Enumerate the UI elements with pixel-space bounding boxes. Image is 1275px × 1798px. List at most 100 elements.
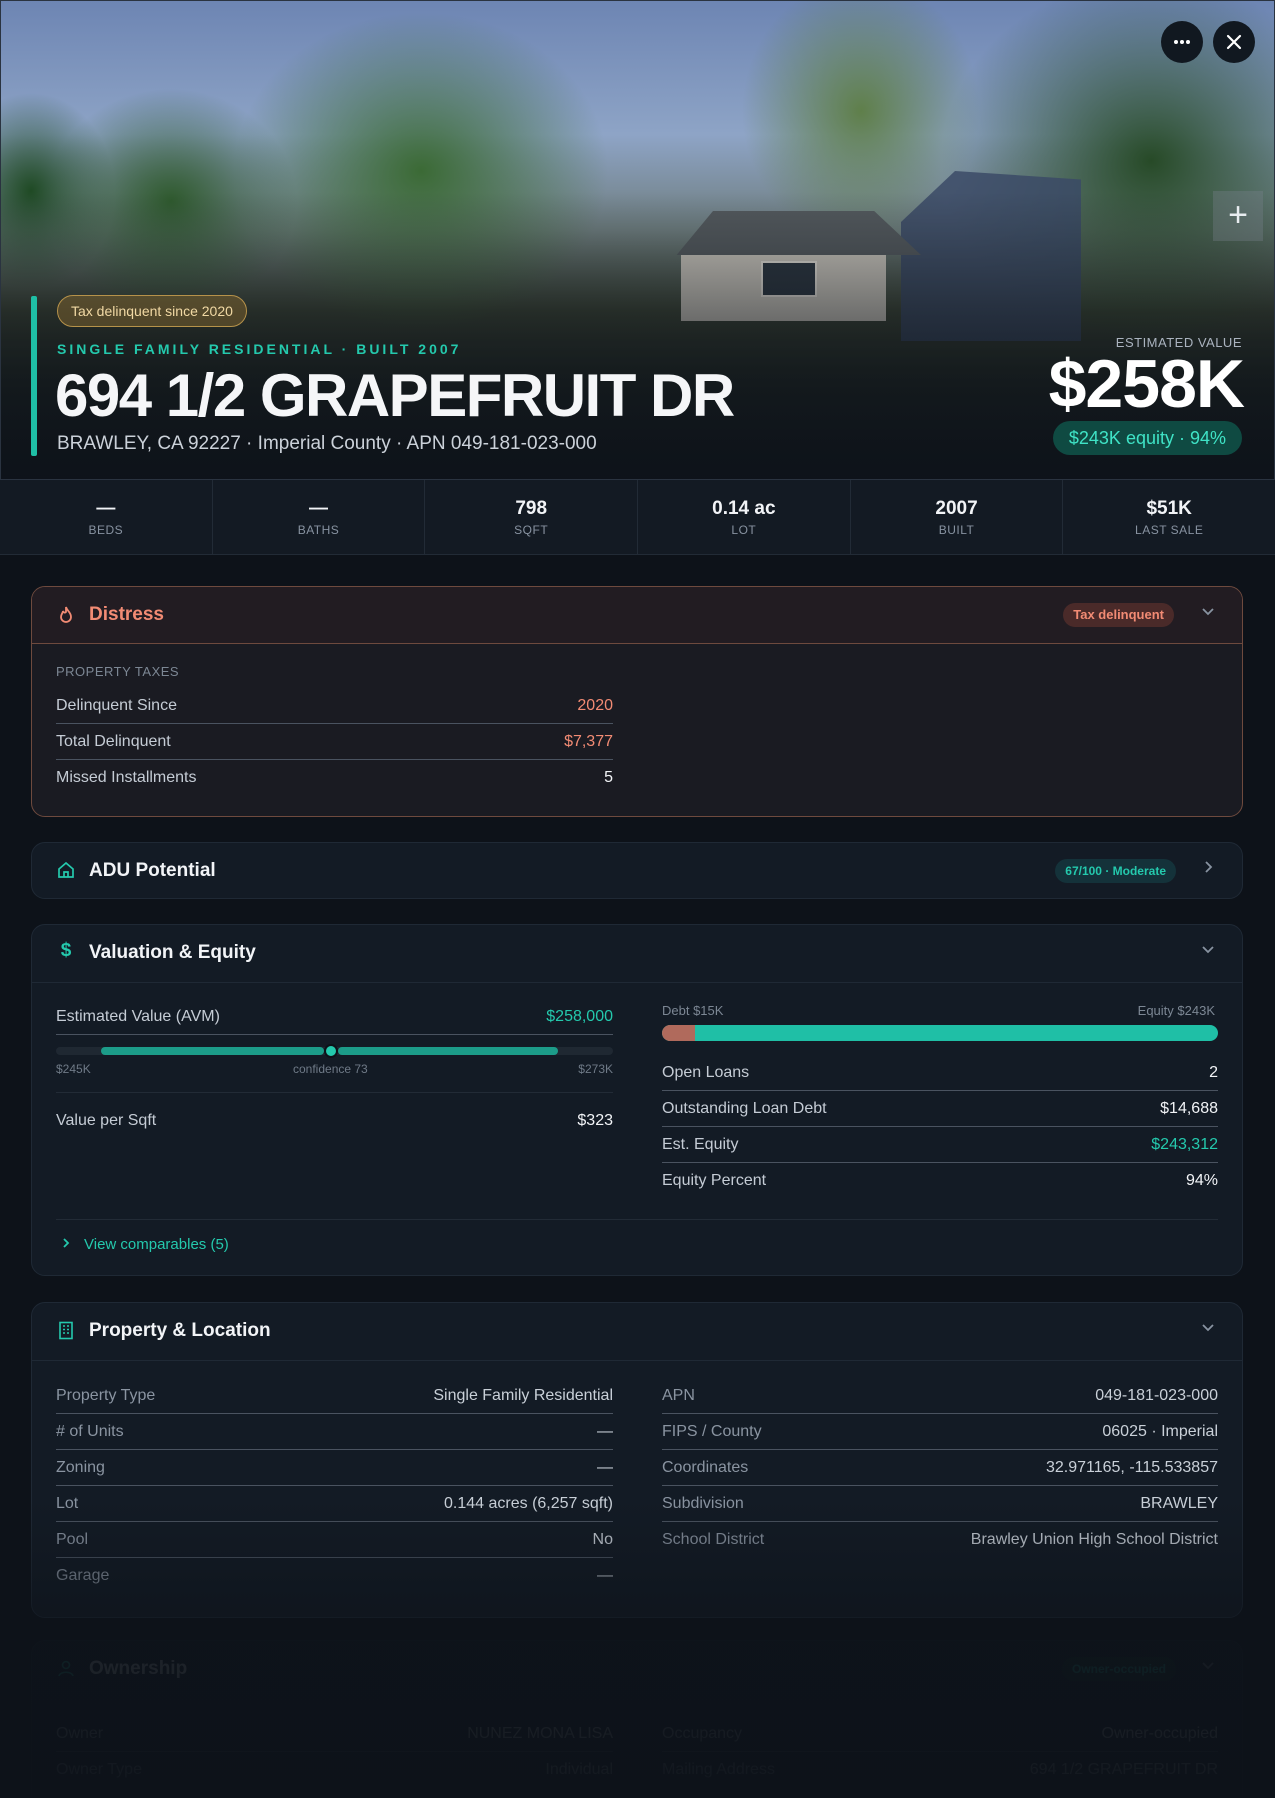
debt-segment: [662, 1025, 696, 1041]
owner-detail-row: Owner NUNEZ MONA LISA: [56, 1716, 613, 1752]
property-subtitle: SINGLE FAMILY RESIDENTIAL · BUILT 2007: [57, 341, 462, 357]
location-detail-row: Subdivision BRAWLEY: [662, 1486, 1218, 1522]
location-detail-row: Coordinates 32.971165, -115.533857: [662, 1450, 1218, 1486]
dollar-icon: $: [60, 940, 72, 961]
location-detail-key: FIPS / County: [662, 1422, 762, 1440]
occupancy-detail-value: Owner-occupied: [1101, 1724, 1219, 1742]
property-stats-bar: — BEDS — BATHS 798 SQFT 0.14 ac LOT 2007 BUIL…: [0, 480, 1275, 555]
stat-lot: 0.14 ac LOT: [638, 480, 851, 554]
missed-installments-row: Missed Installments 5: [56, 769, 613, 786]
location-detail-value: 32.971165, -115.533857: [1045, 1458, 1218, 1476]
hero-banner: Tax delinquent since 2020 SINGLE FAMILY …: [0, 0, 1275, 480]
property-detail-value: —: [597, 1422, 613, 1440]
location-detail-key: Coordinates: [662, 1458, 749, 1476]
chevron-down-icon[interactable]: [1200, 1319, 1216, 1340]
owner-detail-key: Owner: [56, 1724, 104, 1742]
property-title: Property & Location: [89, 1320, 271, 1341]
property-detail-key: Zoning: [56, 1458, 105, 1476]
equity-percent-row: Equity Percent 94%: [662, 1172, 1218, 1189]
property-taxes-label: PROPERTY TAXES: [56, 664, 180, 679]
owner-detail-key: Owner Type: [56, 1761, 142, 1778]
property-detail-row: Property Type Single Family Residential: [56, 1378, 613, 1414]
avm-confidence: confidence 73: [293, 1062, 368, 1076]
stat-beds: — BEDS: [0, 480, 213, 554]
property-detail-row: Garage —: [56, 1558, 613, 1594]
close-icon: [1226, 34, 1242, 50]
chevron-right-icon[interactable]: [1200, 859, 1216, 880]
user-icon: [56, 1659, 76, 1679]
property-header[interactable]: Property & Location: [32, 1303, 1242, 1361]
property-detail-row: Lot 0.144 acres (6,257 sqft): [56, 1486, 613, 1522]
property-detail-key: Pool: [56, 1530, 89, 1548]
outstanding-debt-row: Outstanding Loan Debt $14,688: [662, 1091, 1218, 1127]
property-detail-row: Zoning —: [56, 1450, 613, 1486]
chevron-down-icon[interactable]: [1200, 941, 1216, 962]
tax-delinquent-badge: Tax delinquent: [1063, 603, 1174, 627]
home-icon: [56, 861, 76, 881]
adu-title: ADU Potential: [89, 860, 216, 881]
location-detail-key: Subdivision: [662, 1494, 744, 1512]
occupancy-badge: Owner-occupied: [1061, 1657, 1176, 1681]
location-detail-value: Brawley Union High School District: [970, 1531, 1218, 1548]
open-loans-row: Open Loans 2: [662, 1055, 1218, 1091]
distress-header[interactable]: Distress Tax delinquent: [32, 587, 1242, 644]
occupancy-detail-key: Mailing Address: [662, 1761, 775, 1778]
debt-label: Debt $15K: [662, 1003, 724, 1018]
chevron-down-icon[interactable]: [1200, 1657, 1216, 1678]
debt-equity-bar: [662, 1025, 1218, 1041]
more-button[interactable]: [1161, 21, 1203, 63]
avm-low: $245K: [56, 1062, 91, 1076]
hero-accent-bar: [31, 296, 37, 456]
property-detail-key: Lot: [56, 1494, 79, 1512]
close-button[interactable]: [1213, 21, 1255, 63]
ownership-title: Ownership: [89, 1658, 188, 1679]
property-detail-row: Pool No: [56, 1522, 613, 1558]
adu-score-badge: 67/100 · Moderate: [1055, 859, 1176, 883]
more-horizontal-icon: [1174, 40, 1190, 44]
owner-detail-value: Individual: [545, 1761, 613, 1778]
valuation-header[interactable]: $ Valuation & Equity: [32, 925, 1242, 983]
occupancy-detail-row: Occupancy Owner-occupied: [662, 1716, 1218, 1752]
flame-icon: [56, 605, 76, 625]
occupancy-detail-key: Occupancy: [662, 1724, 743, 1742]
avm-row: Estimated Value (AVM) $258,000: [56, 999, 613, 1035]
avm-range-bar: [56, 1044, 613, 1058]
location-detail-value: 06025 · Imperial: [1102, 1422, 1218, 1440]
property-detail-row: # of Units —: [56, 1414, 613, 1450]
property-detail-key: # of Units: [56, 1422, 124, 1440]
view-comparables-link[interactable]: View comparables (5): [60, 1236, 229, 1253]
location-detail-row: APN 049-181-023-000: [662, 1378, 1218, 1414]
equity-label: Equity $243K: [1137, 1003, 1215, 1018]
location-detail-row: School District Brawley Union High School…: [662, 1522, 1218, 1558]
building-icon: [56, 1321, 76, 1341]
property-detail-value: 0.144 acres (6,257 sqft): [444, 1494, 613, 1512]
location-detail-key: School District: [662, 1531, 765, 1548]
zoom-in-button[interactable]: +: [1213, 191, 1263, 241]
total-delinquent-row: Total Delinquent $7,377: [56, 724, 613, 760]
plus-icon: +: [1228, 196, 1248, 234]
property-detail-value: Single Family Residential: [433, 1386, 613, 1404]
adu-potential-card[interactable]: ADU Potential 67/100 · Moderate: [31, 842, 1243, 899]
value-per-sqft-row: Value per Sqft $323: [56, 1112, 613, 1129]
stat-baths: — BATHS: [213, 480, 426, 554]
avm-high: $273K: [578, 1062, 613, 1076]
chevron-down-icon[interactable]: [1200, 603, 1216, 624]
location-detail-key: APN: [662, 1386, 695, 1404]
property-detail-key: Property Type: [56, 1386, 156, 1404]
occupancy-detail-row: Mailing Address 694 1/2 GRAPEFRUIT DR: [662, 1752, 1218, 1788]
property-title: 694 1/2 GRAPEFRUIT DR: [55, 362, 735, 429]
equity-pill: $243K equity · 94%: [1052, 421, 1242, 455]
owner-detail-row: Owner Type Individual: [56, 1752, 613, 1788]
location-detail-row: FIPS / County 06025 · Imperial: [662, 1414, 1218, 1450]
location-detail-value: BRAWLEY: [1140, 1494, 1218, 1512]
owner-detail-value: NUNEZ MONA LISA: [467, 1724, 613, 1742]
est-equity-row: Est. Equity $243,312: [662, 1127, 1218, 1163]
property-detail-value: —: [597, 1567, 613, 1584]
stat-last-sale: $51K LAST SALE: [1135, 498, 1204, 537]
tax-delinquent-chip: Tax delinquent since 2020: [57, 295, 247, 327]
delinquent-since-row: Delinquent Since 2020: [56, 688, 613, 724]
stat-sqft: 798 SQFT: [425, 480, 639, 554]
estimated-value: $258K: [1048, 346, 1245, 422]
ownership-header[interactable]: Ownership Owner-occupied: [32, 1641, 1242, 1697]
property-detail-key: Garage: [56, 1567, 110, 1584]
